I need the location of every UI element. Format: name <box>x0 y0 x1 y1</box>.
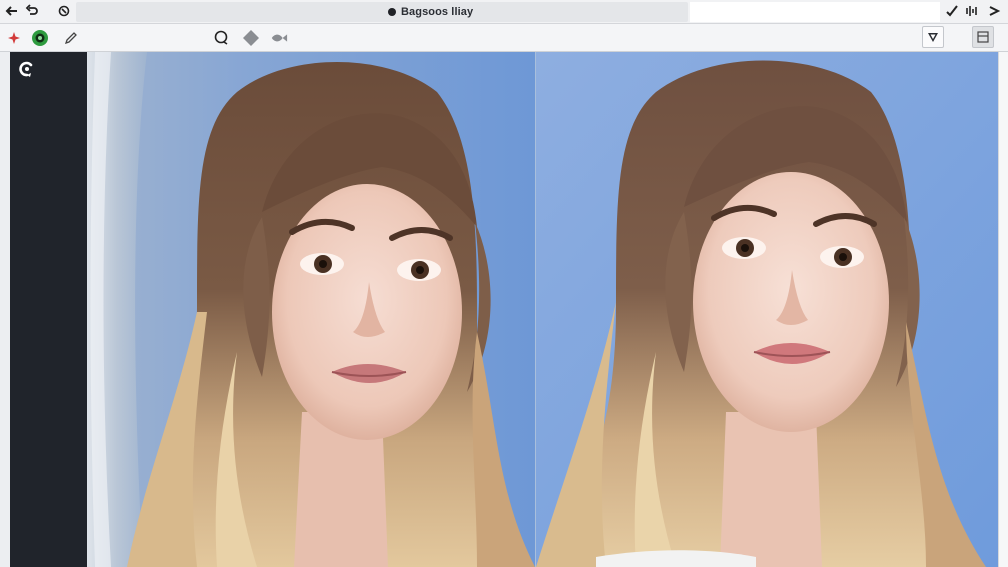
window-title: Bagsoos lliay <box>388 4 473 20</box>
title-bar-right-area <box>690 2 940 22</box>
shield-button[interactable] <box>922 26 944 48</box>
swirl-logo-icon[interactable] <box>17 59 37 79</box>
shield-icon <box>928 33 938 42</box>
panel-toggle-icon <box>977 31 989 43</box>
image-viewer[interactable] <box>87 52 998 567</box>
diamond-icon[interactable] <box>242 29 260 47</box>
app-window: Bagsoos lliay <box>0 0 1008 567</box>
sparkle-icon[interactable] <box>5 29 23 47</box>
pen-icon[interactable] <box>62 29 80 47</box>
fish-icon[interactable] <box>270 29 288 47</box>
hash-icon[interactable] <box>56 3 72 19</box>
edited-portrait <box>536 52 998 567</box>
back-arrow-icon[interactable] <box>4 3 20 19</box>
tool-bar <box>0 24 1008 52</box>
title-field <box>76 2 688 22</box>
title-bar: Bagsoos lliay <box>0 0 1008 24</box>
window-title-text: Bagsoos lliay <box>401 6 474 18</box>
forward-icon[interactable] <box>986 3 1002 19</box>
left-sidebar <box>10 52 87 567</box>
right-gutter <box>998 52 1008 567</box>
panel-toggle-button[interactable] <box>972 26 994 48</box>
undo-icon[interactable] <box>24 3 40 19</box>
lasso-icon[interactable] <box>212 29 230 47</box>
check-icon[interactable] <box>944 3 960 19</box>
green-circle-icon[interactable] <box>31 29 49 47</box>
waveform-icon[interactable] <box>964 3 980 19</box>
original-portrait <box>87 52 535 567</box>
status-dot-icon <box>388 8 396 16</box>
